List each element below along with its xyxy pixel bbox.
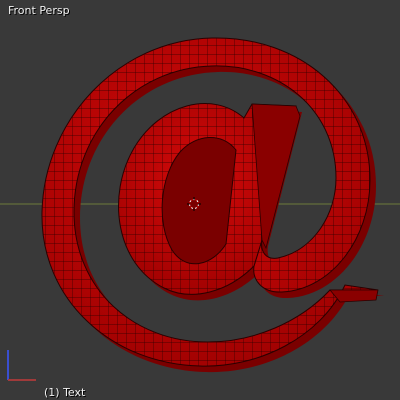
at-symbol-mesh[interactable] bbox=[41, 37, 384, 373]
3d-viewport[interactable]: Front Persp (1) Text bbox=[0, 0, 400, 400]
view-name-label: Front Persp bbox=[8, 4, 70, 17]
3d-cursor-icon[interactable] bbox=[187, 197, 201, 211]
active-object-label: (1) Text bbox=[44, 386, 86, 399]
axis-gizmo-icon bbox=[7, 350, 36, 381]
